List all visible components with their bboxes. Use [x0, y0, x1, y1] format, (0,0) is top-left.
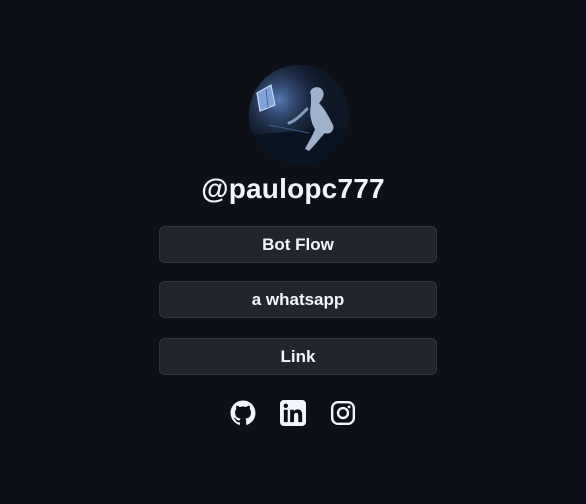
bot-flow-link-button[interactable]: Bot Flow	[159, 226, 437, 263]
profile-page: @paulopc777 Bot Flow a whatsapp Link	[0, 0, 586, 504]
avatar	[249, 65, 349, 165]
social-links	[0, 400, 586, 426]
link-button[interactable]: Link	[159, 338, 437, 375]
avatar-image	[249, 65, 349, 165]
instagram-icon[interactable]	[330, 400, 356, 426]
username: @paulopc777	[201, 173, 385, 204]
linkedin-icon[interactable]	[280, 400, 306, 426]
whatsapp-link-button[interactable]: a whatsapp	[159, 281, 437, 318]
github-icon[interactable]	[230, 400, 256, 426]
